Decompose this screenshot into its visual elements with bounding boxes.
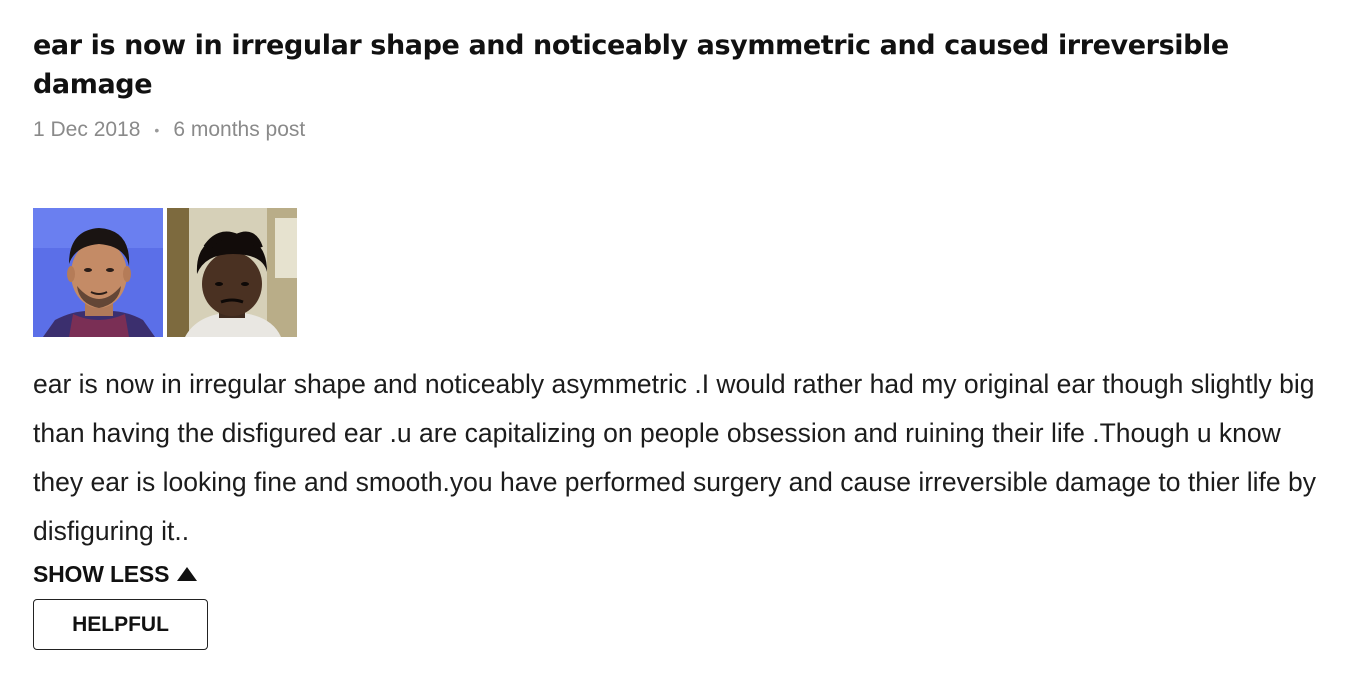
show-less-label: SHOW LESS	[33, 561, 170, 587]
review-title: ear is now in irregular shape and notice…	[33, 30, 1229, 100]
review-photo-2[interactable]	[167, 208, 297, 337]
post-timing: 6 months post	[173, 118, 306, 141]
review-body: ear is now in irregular shape and notice…	[33, 369, 1316, 546]
show-less-toggle[interactable]: SHOW LESS	[33, 561, 198, 588]
review-meta: 1 Dec 2018 • 6 months post	[33, 116, 1333, 144]
meta-separator: •	[154, 122, 160, 138]
review-card: ear is now in irregular shape and notice…	[33, 26, 1333, 650]
review-date: 1 Dec 2018	[33, 118, 141, 141]
helpful-button[interactable]: HELPFUL	[33, 599, 208, 650]
review-photos	[33, 208, 297, 337]
review-photo-1[interactable]	[33, 208, 163, 337]
caret-up-icon	[177, 566, 198, 581]
